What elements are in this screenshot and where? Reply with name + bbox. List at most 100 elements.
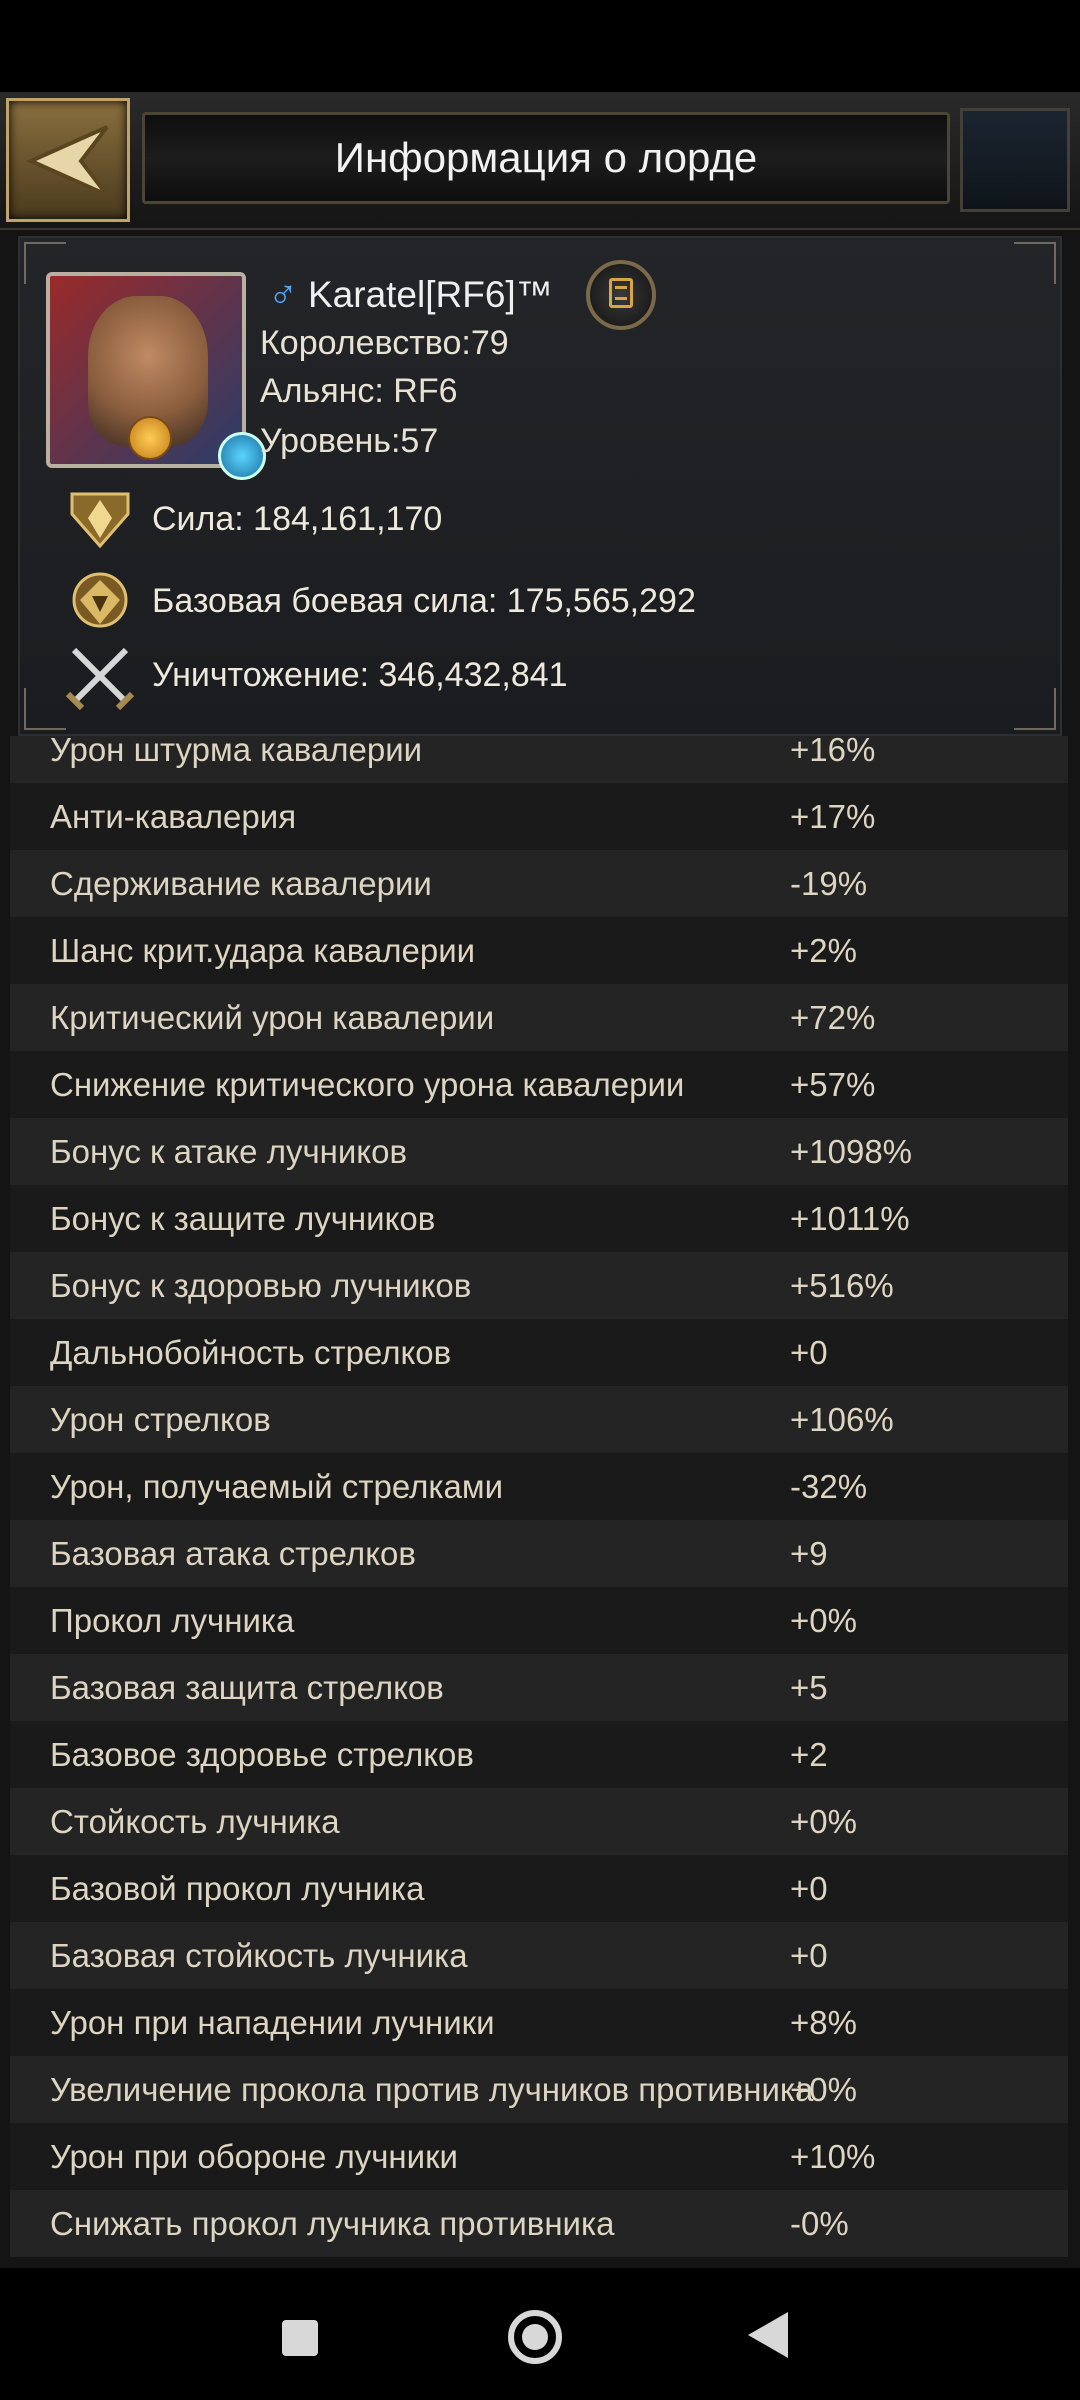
home-icon[interactable] [508,2310,562,2364]
back-arrow-icon [26,125,109,197]
attribute-label: Критический урон кавалерии [50,998,495,1036]
table-frame-right [1068,736,1080,2266]
attribute-value: +106% [790,1400,894,1438]
attribute-value: +1098% [790,1132,913,1170]
details-scroll-button[interactable] [586,260,656,330]
table-row: Урон при обороне лучники +10% [0,2123,1080,2190]
destruction-stat: Уничтожение: 346,432,841 [152,656,568,694]
attribute-value: +516% [790,1266,894,1304]
table-row: Бонус к атаке лучников +1098% [0,1118,1080,1185]
attribute-label: Бонус к защите лучников [50,1199,436,1237]
table-row: Базовая защита стрелков +5 [0,1654,1080,1721]
attribute-label: Сдерживание кавалерии [50,864,432,902]
power-icon [70,492,130,549]
attribute-value: +72% [790,998,876,1036]
frame-corner [1014,242,1056,284]
attribute-value: -0% [790,2204,849,2242]
alliance-text: Альянс: RF6 [260,372,458,410]
attribute-value: +2 [790,1735,828,1773]
attribute-value: +16% [790,736,876,768]
attribute-value: +0 [790,1869,828,1907]
table-row: Дальнобойность стрелков +0 [0,1319,1080,1386]
table-row: Снижать прокол лучника противника -0% [0,2190,1080,2257]
name-row: ♂ Karatel[RF6]™ [268,274,553,316]
attribute-value: +0% [790,2070,857,2108]
system-navigation-bar [0,2268,1080,2400]
attribute-value: +2% [790,931,857,969]
title-plate: Информация о лорде [142,112,950,204]
attribute-value: -19% [790,864,868,902]
table-row: Базовая атака стрелков +9 [0,1520,1080,1587]
attribute-label: Базовая защита стрелков [50,1668,444,1706]
table-row: Базовая стойкость лучника +0 [0,1922,1080,1989]
attribute-value: +8% [790,2003,857,2041]
page-title: Информация о лорде [334,134,758,181]
attribute-value: +0 [790,1333,828,1371]
table-row: Урон, получаемый стрелками -32% [0,1453,1080,1520]
attribute-value: +1011% [790,1199,910,1237]
attribute-label: Увеличение прокола против лучников проти… [50,2070,814,2108]
attribute-value: +0 [790,1936,828,1974]
table-row: Шанс крит.удара кавалерии +2% [0,917,1080,984]
crossed-swords-icon [65,647,135,710]
attribute-label: Стойкость лучника [50,1802,340,1840]
attribute-label: Урон, получаемый стрелками [50,1467,504,1505]
table-row: Стойкость лучника +0% [0,1788,1080,1855]
attribute-label: Урон штурма кавалерии [50,736,423,768]
base-combat-power-stat: Базовая боевая сила: 175,565,292 [152,582,696,620]
table-row: Урон штурма кавалерии +16% [0,736,1080,783]
frame-corner [1014,688,1056,730]
table-row: Базовое здоровье стрелков +2 [0,1721,1080,1788]
table-row: Снижение критического урона кавалерии +5… [0,1051,1080,1118]
attribute-label: Урон при нападении лучники [50,2003,495,2041]
recent-apps-icon[interactable] [282,2320,318,2356]
attribute-value: +57% [790,1065,876,1103]
attribute-value: +17% [790,797,876,835]
table-row: Урон стрелков +106% [0,1386,1080,1453]
table-row: Увеличение прокола против лучников проти… [0,2056,1080,2123]
attribute-label: Дальнобойность стрелков [50,1333,452,1371]
table-row: Базовой прокол лучника +0 [0,1855,1080,1922]
attribute-label: Базовая атака стрелков [50,1534,416,1572]
table-row: Критический урон кавалерии +72% [0,984,1080,1051]
attribute-label: Анти-кавалерия [50,797,297,835]
attribute-value: +0% [790,1802,857,1840]
attribute-label: Бонус к здоровью лучников [50,1266,472,1304]
attribute-label: Бонус к атаке лучников [50,1132,407,1170]
decorative-emblem [960,108,1070,212]
lord-name: Karatel[RF6]™ [308,274,553,315]
status-bar [0,0,1080,92]
frame-corner [24,688,66,730]
attribute-value: +0% [790,1601,857,1639]
table-row: Сдерживание кавалерии -19% [0,850,1080,917]
system-back-icon[interactable] [748,2312,788,2358]
header: Информация о лорде [0,92,1080,230]
attribute-value: +10% [790,2137,876,2175]
attribute-label: Урон при обороне лучники [50,2137,458,2175]
back-button[interactable] [6,98,130,222]
attribute-value: +5 [790,1668,828,1706]
avatar[interactable] [46,272,266,480]
avatar-gem-icon [128,416,172,460]
attribute-label: Базовая стойкость лучника [50,1936,468,1974]
base-combat-power-icon [72,572,128,628]
lord-profile-card: ♂ Karatel[RF6]™ Королевство:79 Альянс: R… [18,236,1062,736]
level-text: Уровень:57 [260,422,439,460]
attribute-label: Снижать прокол лучника противника [50,2204,615,2242]
avatar-badge-icon [218,432,266,480]
table-row: Прокол лучника +0% [0,1587,1080,1654]
attribute-value: +9 [790,1534,828,1572]
table-row: Бонус к защите лучников +1011% [0,1185,1080,1252]
power-stat: Сила: 184,161,170 [152,500,443,538]
attribute-label: Прокол лучника [50,1601,295,1639]
attribute-label: Базовой прокол лучника [50,1869,425,1907]
table-row: Бонус к здоровью лучников +516% [0,1252,1080,1319]
attribute-value: -32% [790,1467,868,1505]
attribute-label: Базовое здоровье стрелков [50,1735,474,1773]
table-row: Анти-кавалерия +17% [0,783,1080,850]
male-gender-icon: ♂ [268,273,298,317]
attribute-label: Шанс крит.удара кавалерии [50,931,476,969]
attributes-table[interactable]: Урон штурма кавалерии +16% Анти-кавалери… [0,736,1080,2266]
attribute-label: Урон стрелков [50,1400,271,1438]
table-frame-left [0,736,10,2266]
